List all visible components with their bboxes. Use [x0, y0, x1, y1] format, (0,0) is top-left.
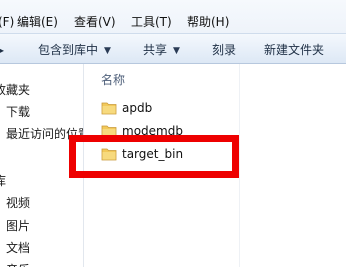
menu-view[interactable]: 查看(V) — [74, 13, 116, 31]
menu-edit[interactable]: 编辑(E) — [17, 13, 58, 31]
menu-tools[interactable]: 工具(T) — [131, 13, 172, 31]
nav-item-downloads[interactable]: 下载 — [6, 103, 30, 121]
menu-help[interactable]: 帮助(H) — [187, 13, 229, 31]
column-divider — [239, 64, 240, 267]
command-toolbar: ▸ 包含到库中 ▼ 共享 ▼ 刻录 新建文件夹 — [0, 33, 346, 64]
menu-bar: (F) 编辑(E) 查看(V) 工具(T) 帮助(H) — [0, 0, 346, 33]
dropdown-arrow-icon: ▼ — [173, 46, 180, 56]
column-header-name[interactable]: 名称 — [101, 71, 125, 88]
highlight-annotation-box — [69, 135, 239, 178]
chevron-icon[interactable]: ▸ — [0, 41, 4, 59]
nav-libraries-header[interactable]: 库 — [0, 172, 6, 190]
folder-icon — [101, 102, 117, 115]
burn-button[interactable]: 刻录 — [212, 41, 236, 59]
nav-favorites-header[interactable]: 收藏夹 — [0, 81, 30, 99]
share-button[interactable]: 共享 ▼ — [143, 41, 180, 59]
nav-item-pictures[interactable]: 图片 — [6, 217, 30, 235]
nav-item-videos[interactable]: 视频 — [6, 194, 30, 212]
new-folder-button[interactable]: 新建文件夹 — [264, 41, 324, 59]
menu-file[interactable]: (F) — [0, 13, 14, 31]
nav-item-documents[interactable]: 文档 — [6, 239, 30, 257]
share-label: 共享 — [143, 43, 168, 57]
file-name: apdb — [122, 101, 153, 115]
dropdown-arrow-icon: ▼ — [104, 46, 111, 56]
include-in-library-button[interactable]: 包含到库中 ▼ — [38, 41, 111, 59]
nav-item-music[interactable]: 音乐 — [6, 261, 30, 267]
include-in-library-label: 包含到库中 — [38, 43, 99, 57]
